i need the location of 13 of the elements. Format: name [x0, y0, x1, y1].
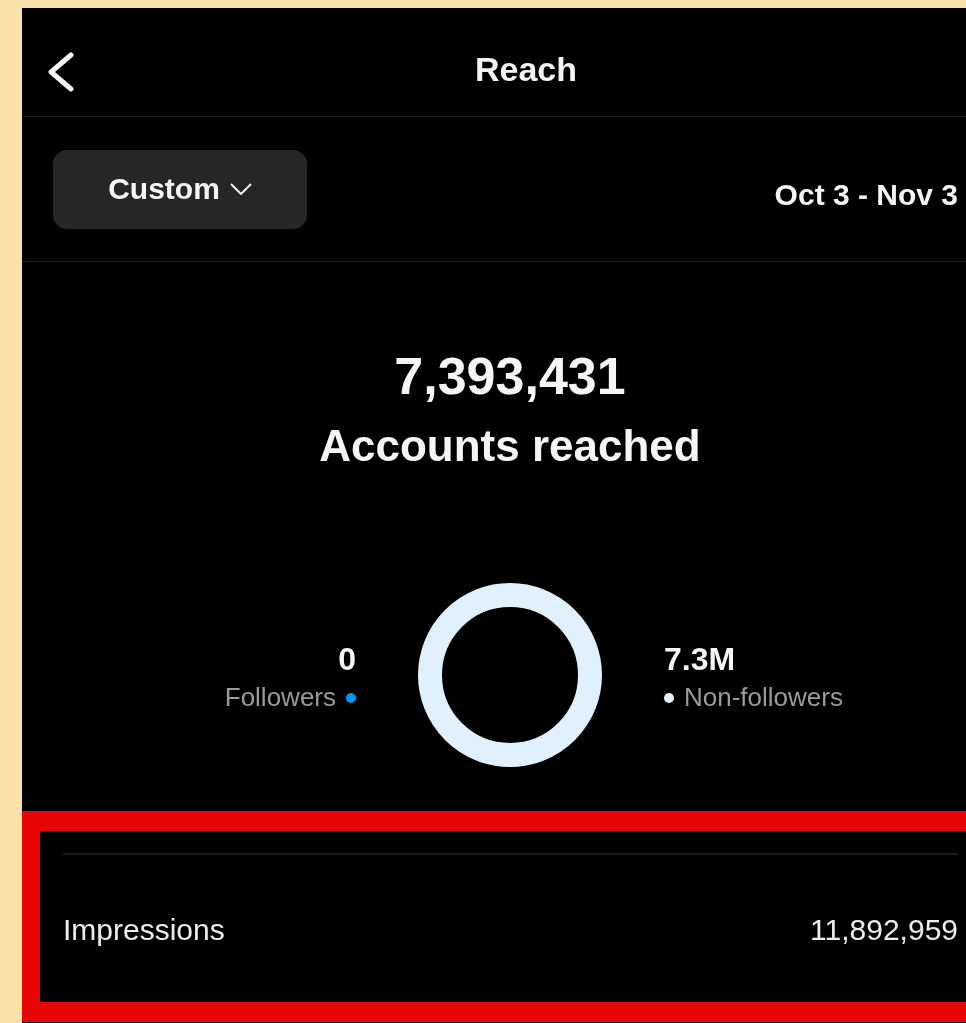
metric-value: 11,892,959 — [810, 913, 958, 947]
chevron-down-icon — [229, 183, 252, 195]
legend-value: 7.3M — [664, 641, 736, 678]
date-range: Oct 3 - Nov 3 — [774, 178, 958, 212]
legend-label: Followers — [224, 682, 336, 713]
count-label: Accounts reached — [319, 420, 701, 472]
total-count: 7,393,431 — [394, 346, 626, 406]
legend-label: Non-followers — [684, 682, 843, 713]
metric-label: Impressions — [63, 913, 225, 947]
date-range-dropdown[interactable]: Custom — [53, 149, 307, 229]
legend-value: 0 — [338, 641, 356, 678]
back-icon[interactable] — [45, 52, 77, 92]
screen-title: Reach — [474, 50, 578, 89]
